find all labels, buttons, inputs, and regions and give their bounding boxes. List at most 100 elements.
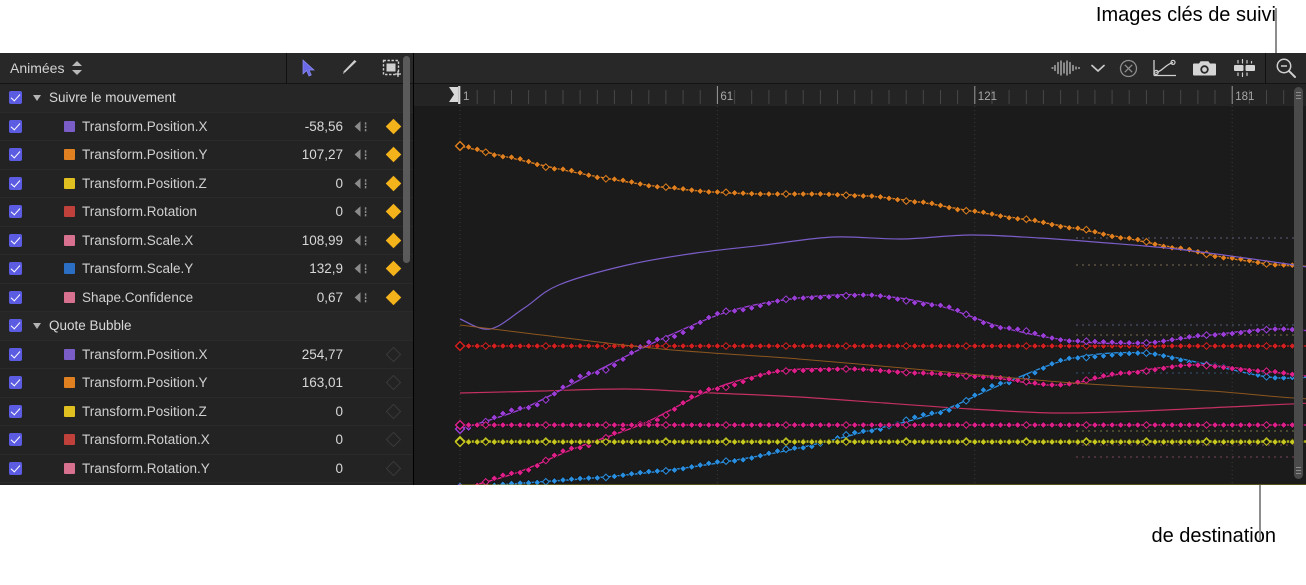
callout-tracking-keyframes: Images clés de suivi: [1096, 2, 1276, 28]
parameter-name: Transform.Position.Z: [82, 176, 207, 191]
keyframe-filled-icon: [385, 147, 401, 163]
parameter-row[interactable]: Transform.Position.Y163,01: [0, 369, 413, 398]
row-enable-checkbox[interactable]: [9, 405, 22, 418]
parameter-value[interactable]: 163,01: [257, 375, 347, 390]
previous-keyframe-icon[interactable]: [347, 291, 373, 304]
parameter-color-swatch[interactable]: [64, 377, 75, 388]
parameter-row[interactable]: Transform.Position.X254,77: [0, 341, 413, 370]
parameter-value[interactable]: 132,9: [257, 261, 347, 276]
parameter-value[interactable]: 0,67: [257, 290, 347, 305]
previous-keyframe-icon[interactable]: [347, 205, 373, 218]
parameter-color-swatch[interactable]: [64, 206, 75, 217]
parameter-list-pane: Animées Suivre: [0, 53, 414, 485]
keyframe-diamond-toggle[interactable]: [373, 292, 413, 303]
curve-graph-canvas[interactable]: [414, 106, 1306, 485]
keyframe-diamond-toggle[interactable]: [373, 377, 413, 388]
audio-waveform-icon[interactable]: [1045, 53, 1085, 83]
parameter-name: Transform.Rotation.X: [82, 432, 210, 447]
curve-editor-vertical-scrollbar[interactable]: [1294, 87, 1303, 479]
keyframe-empty-icon: [385, 375, 401, 391]
parameter-value[interactable]: 0: [257, 432, 347, 447]
parameter-rows-container[interactable]: Suivre le mouvement Transform.Position.X -…: [0, 84, 413, 485]
row-enable-checkbox[interactable]: [9, 291, 22, 304]
parameter-color-swatch[interactable]: [64, 406, 75, 417]
parameter-row[interactable]: Transform.Position.X -58,56: [0, 113, 413, 142]
curve-graph-icon[interactable]: [1145, 53, 1185, 83]
pen-tool[interactable]: [329, 53, 371, 83]
parameter-name: Transform.Position.Z: [82, 404, 207, 419]
keyframe-reduce-icon[interactable]: [1225, 53, 1265, 83]
row-enable-checkbox[interactable]: [9, 148, 22, 161]
previous-keyframe-icon[interactable]: [347, 177, 373, 190]
parameter-row[interactable]: Shape.Confidence0,67: [0, 284, 413, 313]
svg-text:1: 1: [463, 91, 469, 103]
parameter-row[interactable]: Transform.Position.Y107,27: [0, 141, 413, 170]
select-arrow-tool[interactable]: [287, 53, 329, 83]
parameter-value[interactable]: 108,99: [257, 233, 347, 248]
animated-filter-menu[interactable]: Animées: [0, 60, 145, 76]
parameter-color-swatch[interactable]: [64, 121, 75, 132]
parameter-value[interactable]: 0: [257, 204, 347, 219]
row-enable-checkbox[interactable]: [9, 462, 22, 475]
parameter-value[interactable]: -58,56: [257, 119, 347, 134]
parameter-color-swatch[interactable]: [64, 235, 75, 246]
row-enable-checkbox[interactable]: [9, 177, 22, 190]
parameter-group-row[interactable]: Quote Bubble: [0, 312, 413, 341]
keyframe-empty-icon: [385, 346, 401, 362]
row-enable-checkbox[interactable]: [9, 319, 22, 332]
disclosure-triangle-icon[interactable]: [33, 95, 41, 101]
keyframe-diamond-toggle[interactable]: [373, 349, 413, 360]
keyframe-filled-icon: [385, 261, 401, 277]
parameter-row[interactable]: Transform.Rotation.Z0: [0, 483, 413, 485]
parameter-value[interactable]: 0: [257, 176, 347, 191]
keyframe-diamond-toggle[interactable]: [373, 406, 413, 417]
row-enable-checkbox[interactable]: [9, 376, 22, 389]
row-enable-checkbox[interactable]: [9, 234, 22, 247]
row-enable-checkbox[interactable]: [9, 91, 22, 104]
keyframe-editor-window: Animées Suivre: [0, 53, 1306, 485]
parameter-row[interactable]: Transform.Rotation.Y0: [0, 455, 413, 484]
previous-keyframe-icon[interactable]: [347, 148, 373, 161]
previous-keyframe-icon[interactable]: [347, 120, 373, 133]
parameter-name: Transform.Position.X: [82, 119, 208, 134]
row-enable-checkbox[interactable]: [9, 262, 22, 275]
curve-editor-pane: 161121181241: [414, 53, 1306, 485]
parameter-row[interactable]: Transform.Position.Z 0: [0, 170, 413, 199]
circle-x-icon[interactable]: [1111, 53, 1145, 83]
parameter-row[interactable]: Transform.Scale.X108,99: [0, 227, 413, 256]
parameter-group-row[interactable]: Suivre le mouvement: [0, 84, 413, 113]
previous-keyframe-icon[interactable]: [347, 234, 373, 247]
keyframe-diamond-toggle[interactable]: [373, 434, 413, 445]
row-enable-checkbox[interactable]: [9, 205, 22, 218]
parameter-name: Transform.Scale.Y: [82, 261, 193, 276]
keyframe-empty-icon: [385, 460, 401, 476]
parameter-row[interactable]: Transform.Scale.Y 132,9: [0, 255, 413, 284]
parameter-color-swatch[interactable]: [64, 263, 75, 274]
chevron-down-icon[interactable]: [1085, 53, 1111, 83]
parameter-row[interactable]: Transform.Position.Z 0: [0, 398, 413, 427]
parameter-color-swatch[interactable]: [64, 434, 75, 445]
parameter-color-swatch[interactable]: [64, 349, 75, 360]
parameter-row[interactable]: Transform.Rotation0: [0, 198, 413, 227]
row-enable-checkbox[interactable]: [9, 120, 22, 133]
parameter-list-scrollbar[interactable]: [403, 56, 410, 263]
svg-text:121: 121: [978, 91, 997, 103]
keyframe-diamond-toggle[interactable]: [373, 463, 413, 474]
parameter-value[interactable]: 0: [257, 461, 347, 476]
parameter-color-swatch[interactable]: [64, 292, 75, 303]
camera-icon[interactable]: [1185, 53, 1225, 83]
row-enable-checkbox[interactable]: [9, 348, 22, 361]
parameter-value[interactable]: 254,77: [257, 347, 347, 362]
timeline-ruler[interactable]: 161121181241: [414, 84, 1306, 107]
keyframe-diamond-toggle[interactable]: [373, 263, 413, 274]
parameter-value[interactable]: 0: [257, 404, 347, 419]
parameter-row[interactable]: Transform.Rotation.X 0: [0, 426, 413, 455]
previous-keyframe-icon[interactable]: [347, 262, 373, 275]
magnifier-minus-icon[interactable]: [1266, 53, 1306, 83]
parameter-value[interactable]: 107,27: [257, 147, 347, 162]
parameter-color-swatch[interactable]: [64, 149, 75, 160]
parameter-color-swatch[interactable]: [64, 463, 75, 474]
disclosure-triangle-icon[interactable]: [33, 323, 41, 329]
row-enable-checkbox[interactable]: [9, 433, 22, 446]
parameter-color-swatch[interactable]: [64, 178, 75, 189]
